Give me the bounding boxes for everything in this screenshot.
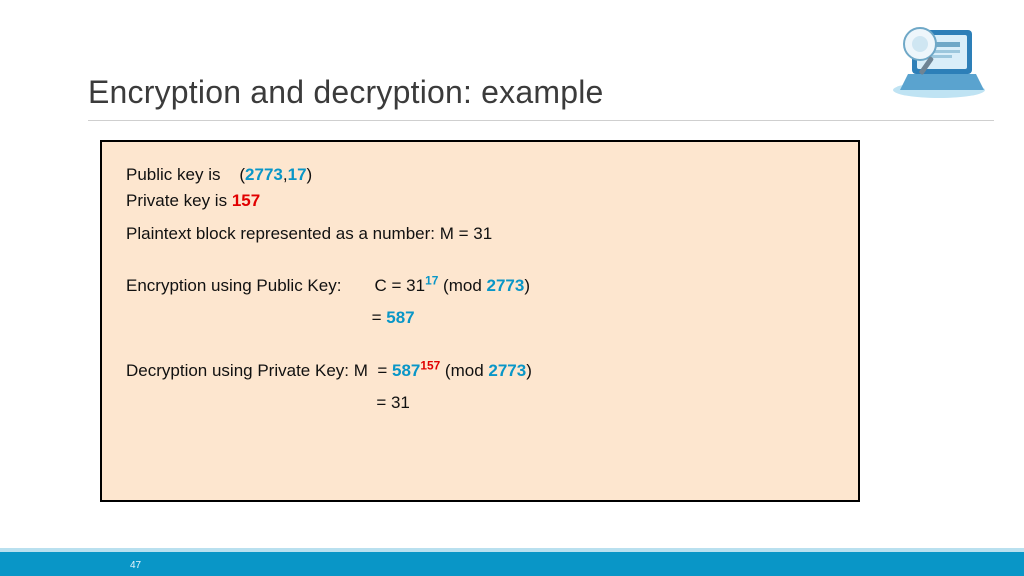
dec-exponent: 157: [420, 358, 440, 372]
public-key-e: 17: [288, 165, 307, 184]
page-number: 47: [130, 560, 141, 571]
page-title: Encryption and decryption: example: [88, 74, 604, 111]
enc-mod-n: 2773: [487, 276, 525, 295]
footer-band: 47: [0, 552, 1024, 576]
public-key-line: Public key is (2773,17): [126, 162, 834, 188]
encryption-result: = 587: [126, 305, 834, 331]
public-key-label: Public key is (: [126, 165, 245, 184]
enc-exponent: 17: [425, 273, 438, 287]
encryption-formula: Encryption using Public Key: C = 3117 (m…: [126, 273, 834, 299]
dec-mod-n: 2773: [488, 361, 526, 380]
private-key-line: Private key is 157: [126, 188, 834, 214]
public-key-n: 2773: [245, 165, 283, 184]
security-laptop-icon: [884, 12, 994, 102]
example-box: Public key is (2773,17) Private key is 1…: [100, 140, 860, 502]
plaintext-line: Plaintext block represented as a number:…: [126, 221, 834, 247]
ciphertext-value: 587: [386, 308, 414, 327]
private-key-d: 157: [232, 191, 260, 210]
title-divider: [88, 120, 994, 121]
private-key-label: Private key is: [126, 191, 232, 210]
slide: Encryption and decryption: example Publi…: [0, 0, 1024, 576]
dec-base: 587: [392, 361, 420, 380]
decryption-result: = 31: [126, 390, 834, 416]
decryption-formula: Decryption using Private Key: M = 587157…: [126, 358, 834, 384]
